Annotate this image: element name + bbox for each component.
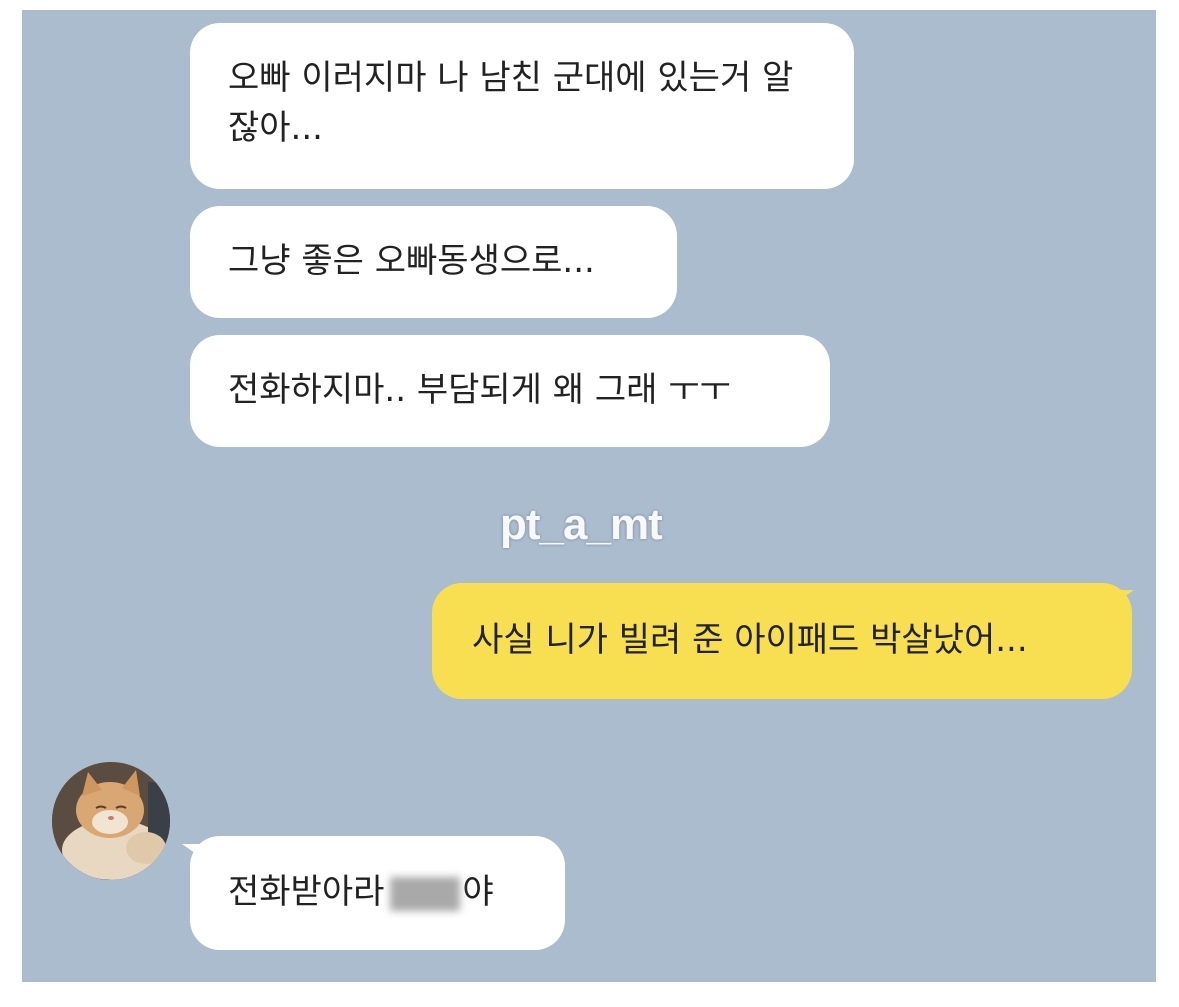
message-text: 오빠 이러지마 나 남친 군대에 있는거 알잖아... bbox=[228, 58, 794, 148]
message-text-after: 야 bbox=[462, 872, 494, 912]
message-text: 사실 니가 빌려 준 아이패드 박살났어... bbox=[472, 620, 1028, 660]
outgoing-message-bubble[interactable]: 사실 니가 빌려 준 아이패드 박살났어... bbox=[432, 583, 1132, 699]
message-text-before: 전화받아라 bbox=[228, 872, 385, 912]
incoming-message-bubble[interactable]: 전화하지마.. 부담되게 왜 그래 ㅜㅜ bbox=[190, 335, 830, 447]
message-text: 그냥 좋은 오빠동생으로... bbox=[228, 241, 595, 281]
cat-icon bbox=[52, 762, 170, 880]
watermark: pt_a_mt bbox=[500, 500, 663, 549]
incoming-message-bubble[interactable]: 오빠 이러지마 나 남친 군대에 있는거 알잖아... bbox=[190, 23, 854, 189]
message-text: 전화하지마.. 부담되게 왜 그래 ㅜㅜ bbox=[228, 370, 731, 410]
chat-area: 오빠 이러지마 나 남친 군대에 있는거 알잖아... 그냥 좋은 오빠동생으로… bbox=[22, 10, 1156, 982]
incoming-message-bubble[interactable]: 그냥 좋은 오빠동생으로... bbox=[190, 206, 677, 318]
incoming-message-bubble[interactable]: 전화받아라 야 bbox=[190, 836, 565, 950]
blurred-name bbox=[390, 876, 461, 911]
cat-photo-avatar[interactable] bbox=[52, 762, 170, 880]
